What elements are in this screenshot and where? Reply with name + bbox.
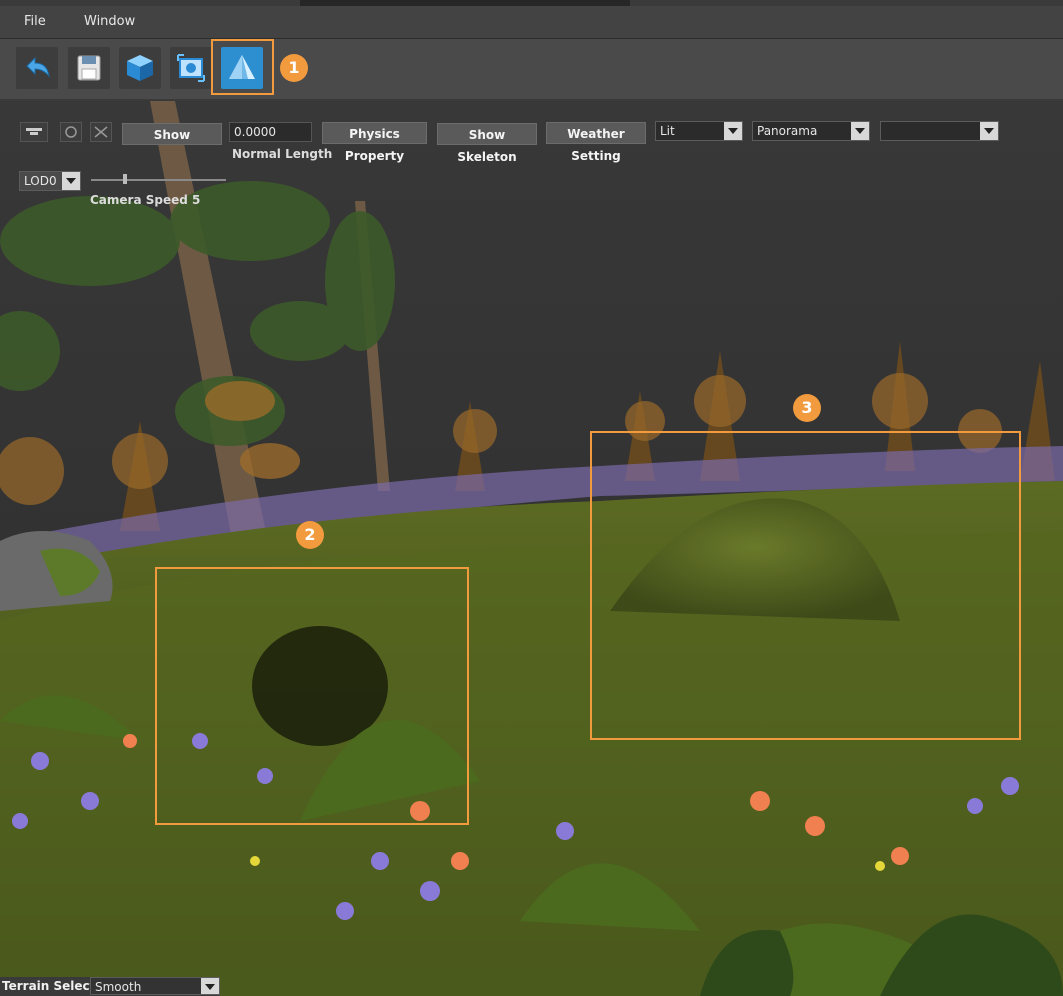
chevron-down-icon	[62, 172, 80, 190]
physics-property-button[interactable]: Physics Property	[322, 122, 427, 163]
grid-button[interactable]	[90, 122, 112, 142]
callout-badge-2: 2	[296, 521, 324, 549]
normal-length-input[interactable]: 0.0000	[229, 122, 312, 142]
weather-setting-button[interactable]: Weather Setting	[546, 122, 646, 163]
cube-icon	[127, 55, 153, 81]
lod-value: LOD0	[24, 174, 57, 188]
lighting-mode-value: Lit	[660, 124, 675, 138]
chevron-down-icon	[201, 978, 219, 994]
camera-speed-thumb[interactable]	[123, 174, 127, 184]
callout-badge-1: 1	[280, 54, 308, 82]
refresh-button[interactable]	[60, 122, 82, 142]
save-icon	[77, 55, 101, 81]
extra-select[interactable]	[880, 121, 999, 141]
save-button[interactable]	[68, 47, 110, 89]
lod-select[interactable]: LOD0	[19, 171, 81, 191]
callout-box-2	[155, 567, 469, 825]
scene-viewport[interactable]: Show 0.0000 Normal Length Physics Proper…	[0, 101, 1063, 996]
background-mode-select[interactable]: Panorama	[752, 121, 870, 141]
camera-view-icon	[26, 128, 42, 135]
chevron-down-icon	[980, 122, 998, 140]
screenshot-icon	[177, 54, 205, 82]
camera-speed-slider[interactable]	[91, 179, 226, 181]
grid-icon	[94, 126, 108, 138]
menu-bar: File Window	[0, 6, 1063, 39]
show-button[interactable]: Show	[122, 123, 222, 145]
undo-button[interactable]	[16, 47, 58, 89]
terrain-select-label: Terrain Select:	[2, 979, 101, 993]
terrain-select-bar: Terrain Select: Smooth	[0, 977, 220, 996]
undo-icon	[26, 56, 50, 78]
chevron-down-icon	[851, 122, 869, 140]
terrain-select[interactable]: Smooth	[90, 977, 220, 995]
chevron-down-icon	[724, 122, 742, 140]
main-toolbar: 1	[0, 39, 1063, 101]
terrain-select-value: Smooth	[95, 980, 142, 994]
cube-button[interactable]	[119, 47, 161, 89]
menu-window[interactable]: Window	[84, 14, 135, 29]
callout-badge-3: 3	[793, 394, 821, 422]
normal-length-label: Normal Length	[232, 147, 333, 161]
lighting-mode-select[interactable]: Lit	[655, 121, 743, 141]
background-mode-value: Panorama	[757, 124, 818, 138]
camera-view-button[interactable]	[20, 122, 48, 142]
refresh-icon	[65, 126, 77, 138]
callout-box-1	[211, 39, 274, 95]
camera-speed-label: Camera Speed 5	[90, 193, 201, 207]
menu-file[interactable]: File	[24, 14, 46, 29]
callout-box-3	[590, 431, 1021, 740]
screenshot-button[interactable]	[170, 47, 212, 89]
show-skeleton-button[interactable]: Show Skeleton	[437, 123, 537, 164]
